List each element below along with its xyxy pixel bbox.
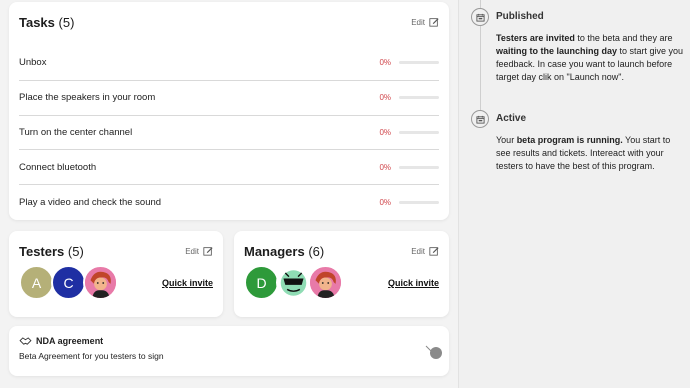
managers-title-text: Managers — [244, 243, 305, 259]
tasks-count: (5) — [58, 14, 75, 30]
avatar-initial: C — [63, 274, 74, 291]
nda-toggle[interactable] — [425, 344, 443, 360]
edit-icon — [429, 247, 439, 256]
managers-quick-invite-link[interactable]: Quick invite — [388, 278, 439, 288]
calendar-icon — [471, 110, 489, 128]
task-progress-bar — [399, 130, 439, 134]
avatar-initial: D — [256, 274, 267, 291]
avatar[interactable]: C — [51, 265, 86, 300]
testers-card: Testers (5) Edit A C Quick invite — [9, 231, 223, 317]
managers-edit-button[interactable]: Edit — [411, 246, 439, 256]
timeline-published-title: Published — [496, 11, 544, 22]
task-list: Unbox 0% Place the speakers in your room… — [19, 46, 439, 220]
nda-header: NDA agreement — [19, 336, 439, 346]
managers-count: (6) — [308, 243, 325, 259]
tasks-edit-button[interactable]: Edit — [411, 17, 439, 27]
task-label: Turn on the center channel — [19, 126, 133, 138]
edit-icon — [203, 247, 213, 256]
published-text-bold-1: Testers are invited — [496, 33, 575, 43]
handshake-icon — [19, 336, 32, 345]
task-progress-bar — [399, 96, 439, 100]
task-label: Play a video and check the sound — [19, 197, 162, 209]
timeline-active-body: Your beta program is running. You start … — [496, 134, 686, 173]
task-row[interactable]: Play a video and check the sound 0% — [19, 185, 439, 220]
task-label: Unbox — [19, 57, 47, 69]
toggle-knob-icon — [425, 345, 442, 359]
nda-subtitle: Beta Agreement for you testers to sign — [19, 351, 164, 361]
published-text-1: to the beta and they are — [574, 33, 673, 43]
managers-edit-label: Edit — [411, 246, 425, 256]
tasks-edit-label: Edit — [411, 17, 425, 27]
task-row[interactable]: Turn on the center channel 0% — [19, 116, 439, 151]
task-label: Place the speakers in your room — [19, 92, 156, 104]
managers-header: Managers (6) Edit — [244, 241, 439, 261]
calendar-icon — [471, 8, 489, 26]
calendar-glyph — [475, 115, 485, 124]
avatar-illustration-icon — [310, 267, 341, 298]
avatar-photo[interactable] — [276, 265, 311, 300]
nda-title: NDA agreement — [36, 336, 104, 346]
nda-card: NDA agreement Beta Agreement for you tes… — [9, 326, 449, 376]
timeline-published-body: Testers are invited to the beta and they… — [496, 32, 686, 84]
task-row[interactable]: Place the speakers in your room 0% — [19, 81, 439, 116]
managers-title: Managers (6) — [244, 244, 324, 259]
task-progress-bar — [399, 201, 439, 205]
published-text-bold-2: waiting to the launching day — [496, 46, 618, 56]
calendar-glyph — [475, 13, 485, 22]
active-text-bold: beta program is running. — [516, 135, 623, 145]
testers-avatars: A C — [19, 265, 118, 300]
testers-header: Testers (5) Edit — [19, 241, 213, 261]
testers-avatars-row: A C Quick invite — [19, 265, 213, 300]
timeline-active-title: Active — [496, 113, 527, 124]
avatar-initial: A — [31, 274, 42, 291]
edit-icon — [429, 18, 439, 27]
task-progress-bar — [399, 165, 439, 169]
task-percent: 0% — [379, 127, 391, 137]
tasks-title: Tasks (5) — [19, 15, 74, 30]
task-percent: 0% — [379, 162, 391, 172]
managers-avatars-row: D Quick invite — [244, 265, 439, 300]
managers-card: Managers (6) Edit D Quick invite — [234, 231, 449, 317]
task-row[interactable]: Unbox 0% — [19, 46, 439, 81]
task-percent: 0% — [379, 198, 391, 208]
task-percent: 0% — [379, 58, 391, 68]
task-row[interactable]: Connect bluetooth 0% — [19, 150, 439, 186]
task-label: Connect bluetooth — [19, 161, 97, 173]
tasks-card: Tasks (5) Edit Unbox 0% Place the speake… — [9, 2, 449, 220]
testers-edit-label: Edit — [185, 246, 199, 256]
tasks-header: Tasks (5) Edit — [19, 12, 439, 32]
avatar-photo[interactable] — [308, 265, 343, 300]
avatar-photo[interactable] — [83, 265, 118, 300]
managers-avatars: D — [244, 265, 343, 300]
tasks-title-text: Tasks — [19, 14, 55, 30]
task-percent: 0% — [379, 93, 391, 103]
avatar-illustration-icon — [278, 267, 309, 298]
status-timeline-panel: Published Testers are invited to the bet… — [458, 0, 690, 388]
active-text-1: Your — [496, 135, 517, 145]
testers-quick-invite-link[interactable]: Quick invite — [162, 278, 213, 288]
avatar[interactable]: D — [244, 265, 279, 300]
testers-count: (5) — [67, 243, 84, 259]
avatar[interactable]: A — [19, 265, 54, 300]
task-progress-bar — [399, 61, 439, 65]
testers-title-text: Testers — [19, 243, 65, 259]
testers-title: Testers (5) — [19, 244, 84, 259]
avatar-illustration-icon — [85, 267, 116, 298]
testers-edit-button[interactable]: Edit — [185, 246, 213, 256]
